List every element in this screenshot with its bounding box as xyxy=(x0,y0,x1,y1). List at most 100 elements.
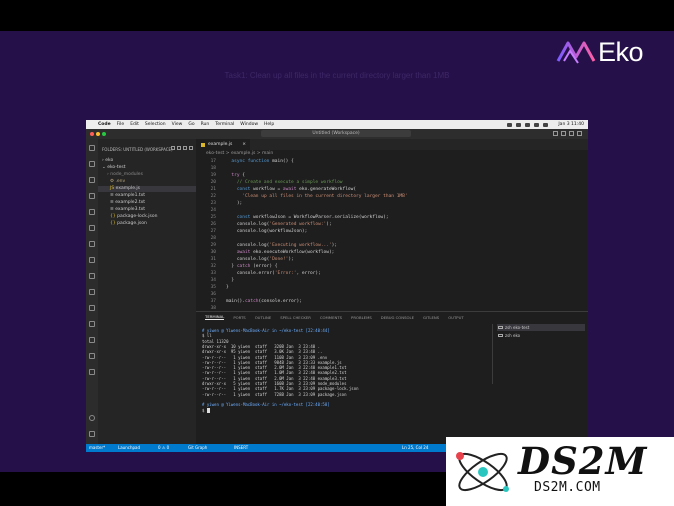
code-line[interactable]: 22 'Clean up all files in the current di… xyxy=(196,193,536,200)
extension-icon[interactable] xyxy=(89,289,95,295)
extension-icon[interactable] xyxy=(89,353,95,359)
refresh-icon[interactable] xyxy=(183,146,187,150)
tab-terminal[interactable]: TERMINAL xyxy=(205,314,225,320)
cursor-position-status[interactable]: Ln 25, Col 24 xyxy=(402,444,428,452)
tree-item-eko-test[interactable]: ⌄ eko-test xyxy=(102,165,126,171)
menubar-clock[interactable]: Jan 3 11:40 xyxy=(558,122,584,127)
launchpad-status[interactable]: Launchpad xyxy=(118,444,140,452)
extension-icon[interactable] xyxy=(89,337,95,343)
code-line[interactable]: 17 async function main() { xyxy=(196,158,536,165)
git-branch-status[interactable]: master* xyxy=(89,444,105,452)
battery-icon[interactable] xyxy=(543,122,549,127)
code-line[interactable]: 35} xyxy=(196,284,536,291)
tree-item-node-modules[interactable]: › node_modules xyxy=(107,172,143,178)
tab-comments[interactable]: COMMENTS xyxy=(320,315,342,320)
gitlens-icon[interactable] xyxy=(89,273,95,279)
menu-file[interactable]: File xyxy=(117,122,125,127)
explorer-icon[interactable] xyxy=(89,145,95,151)
docker-icon[interactable] xyxy=(89,257,95,263)
maximize-window-button[interactable] xyxy=(102,132,106,136)
code-line[interactable]: 34 } xyxy=(196,277,536,284)
code-line[interactable]: 31 console.log('Done!'); xyxy=(196,256,536,263)
extension-icon[interactable] xyxy=(89,321,95,327)
tab-debug-console[interactable]: DEBUG CONSOLE xyxy=(381,315,414,320)
extension-icon[interactable] xyxy=(89,369,95,375)
code-line[interactable]: 24 xyxy=(196,207,536,214)
tree-item-example3-txt[interactable]: ≡ example3.txt xyxy=(110,207,145,213)
menu-terminal[interactable]: Terminal xyxy=(215,122,234,127)
code-line[interactable]: 29 console.log('Executing workflow...'); xyxy=(196,242,536,249)
code-line[interactable]: 32 } catch (error) { xyxy=(196,263,536,270)
search-icon[interactable] xyxy=(89,161,95,167)
code-line[interactable]: 33 console.error('Error:', error); xyxy=(196,270,536,277)
manage-gear-icon[interactable] xyxy=(89,431,95,437)
menu-run[interactable]: Run xyxy=(201,122,210,127)
tree-item-package-json[interactable]: {} package.json xyxy=(110,221,147,227)
tree-item-package-lock[interactable]: {} package-lock.json xyxy=(110,214,158,220)
code-line[interactable]: 28 xyxy=(196,235,536,242)
terminal-list-item[interactable]: zsh eko-test xyxy=(497,324,585,331)
code-editor[interactable]: 17 async function main() {18 19 try {20 /… xyxy=(196,158,588,311)
status-icon[interactable] xyxy=(525,122,531,127)
terminal-list-item[interactable]: zsh eko xyxy=(497,332,520,339)
source-control-icon[interactable] xyxy=(89,177,95,183)
wifi-icon[interactable] xyxy=(534,122,540,127)
tab-ports[interactable]: PORTS xyxy=(233,315,245,320)
remote-explorer-icon[interactable] xyxy=(89,225,95,231)
tab-outline[interactable]: OUTLINE xyxy=(255,315,272,320)
collapse-all-icon[interactable] xyxy=(189,146,193,150)
customize-layout-icon[interactable] xyxy=(577,131,582,136)
code-line[interactable]: 21 const workflow = await eko.generateWo… xyxy=(196,186,536,193)
code-line[interactable]: 18 xyxy=(196,165,536,172)
tab-problems[interactable]: PROBLEMS xyxy=(351,315,372,320)
git-graph-status[interactable]: Git Graph xyxy=(188,444,207,452)
code-line[interactable]: 30 await eko.executeWorkflow(workflow); xyxy=(196,249,536,256)
account-icon[interactable] xyxy=(89,415,95,421)
menu-window[interactable]: Window xyxy=(240,122,258,127)
run-debug-icon[interactable] xyxy=(89,193,95,199)
tree-item-example-js[interactable]: JS example.js xyxy=(98,186,196,192)
close-window-button[interactable] xyxy=(90,132,94,136)
terminal-line: $ ll xyxy=(202,333,212,339)
problems-status[interactable]: 0 ⚠ 0 xyxy=(158,444,169,452)
testing-icon[interactable] xyxy=(89,241,95,247)
minimize-window-button[interactable] xyxy=(96,132,100,136)
menu-edit[interactable]: Edit xyxy=(130,122,139,127)
tree-item-env[interactable]: ⚙ .env xyxy=(110,179,125,185)
code-line[interactable]: 25 const workflowJson = WorkflowParser.s… xyxy=(196,214,536,221)
status-icon[interactable] xyxy=(516,122,522,127)
menu-view[interactable]: View xyxy=(172,122,183,127)
tree-item-eko[interactable]: › eko xyxy=(102,158,113,164)
tab-output[interactable]: OUTPUT xyxy=(448,315,463,320)
toggle-sidebar-icon[interactable] xyxy=(553,131,558,136)
code-line[interactable]: 20 // Create and execute a simple workfl… xyxy=(196,179,536,186)
status-icon[interactable] xyxy=(507,122,513,127)
tree-item-example2-txt[interactable]: ≡ example2.txt xyxy=(110,200,145,206)
tab-example-js[interactable]: example.js × xyxy=(196,139,250,150)
tab-spell-checker[interactable]: SPELL CHECKER xyxy=(280,315,311,320)
activity-bar xyxy=(86,139,98,444)
code-line[interactable]: 27 console.log(workflowJson); xyxy=(196,228,536,235)
tree-item-example1-txt[interactable]: ≡ example1.txt xyxy=(110,193,145,199)
code-line[interactable]: 26 console.log('Generated workflow:'); xyxy=(196,221,536,228)
breadcrumb[interactable]: eko-test > example.js > main xyxy=(196,150,588,158)
extensions-icon[interactable] xyxy=(89,209,95,215)
close-tab-icon[interactable]: × xyxy=(242,139,246,150)
menu-go[interactable]: Go xyxy=(188,122,194,127)
toggle-secondary-sidebar-icon[interactable] xyxy=(569,131,574,136)
menu-selection[interactable]: Selection xyxy=(145,122,166,127)
code-line[interactable]: 36 xyxy=(196,291,536,298)
command-center-search[interactable]: Untitled (Workspace) xyxy=(261,130,411,137)
menu-code[interactable]: Code xyxy=(98,122,111,127)
toggle-panel-icon[interactable] xyxy=(561,131,566,136)
terminal-output[interactable]: # yiwen @ Yiwens-MacBook-Air in ~/eko-te… xyxy=(202,328,487,443)
code-line[interactable]: 37 main().catch(console.error); xyxy=(196,298,536,305)
new-file-icon[interactable] xyxy=(171,146,175,150)
menu-help[interactable]: Help xyxy=(264,122,274,127)
tab-gitlens[interactable]: GITLENS xyxy=(423,315,439,320)
terminal-line: # yiwen @ Yiwens-MacBook-Air in ~/eko-te… xyxy=(202,402,330,408)
new-folder-icon[interactable] xyxy=(177,146,181,150)
code-line[interactable]: 23 ); xyxy=(196,200,536,207)
code-line[interactable]: 19 try { xyxy=(196,172,536,179)
extension-icon[interactable] xyxy=(89,305,95,311)
